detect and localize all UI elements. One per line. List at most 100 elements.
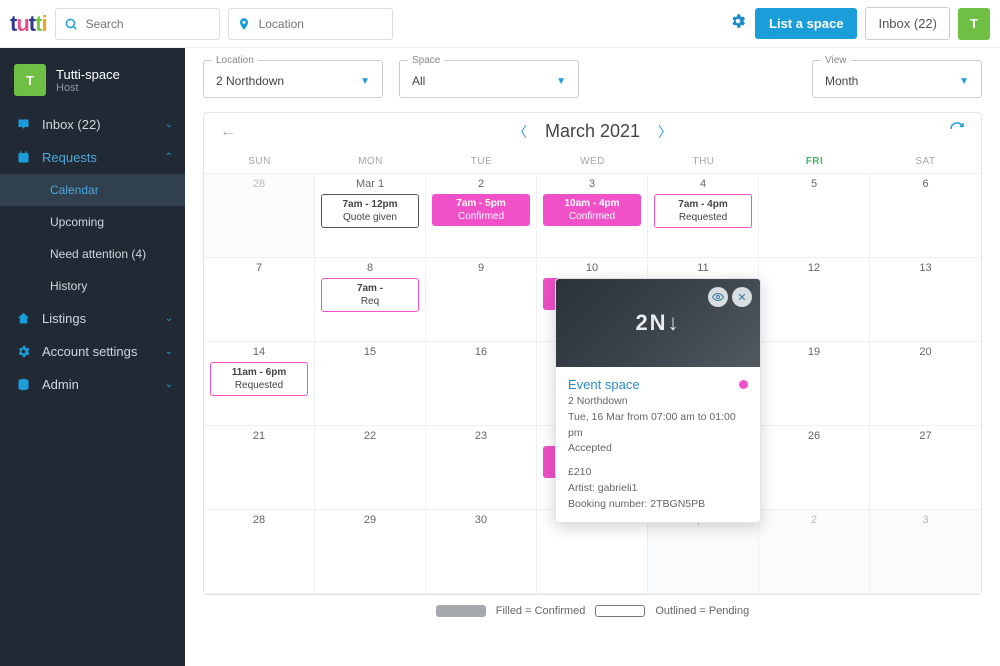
popover-artist: Artist: gabrieli1 bbox=[568, 481, 748, 497]
calendar-cell[interactable]: 5 bbox=[759, 174, 870, 258]
search-icon bbox=[64, 17, 78, 31]
dow-header: TUE bbox=[426, 150, 537, 174]
calendar-cell[interactable]: 6 bbox=[870, 174, 981, 258]
day-number: 3 bbox=[543, 178, 641, 190]
day-number: 14 bbox=[210, 346, 308, 358]
calendar-event[interactable]: 11am - 6pmRequested bbox=[210, 362, 308, 396]
calendar-cell[interactable]: 14 11am - 6pmRequested bbox=[204, 342, 315, 426]
calendar-cell[interactable]: 27 bbox=[870, 426, 981, 510]
calendar-cell[interactable]: 27am - 5pmConfirmed bbox=[426, 174, 537, 258]
calendar-cell[interactable]: 22 bbox=[315, 426, 426, 510]
calendar-cell[interactable]: Mar 17am - 12pmQuote given bbox=[315, 174, 426, 258]
sidebar-item-inbox[interactable]: Inbox (22)⌄ bbox=[0, 108, 185, 141]
calendar-cell[interactable]: 28 bbox=[204, 510, 315, 594]
day-number: 10 bbox=[543, 262, 641, 274]
search-box[interactable] bbox=[55, 8, 220, 40]
calendar-cell[interactable]: 4 7am - 4pmRequested bbox=[648, 174, 759, 258]
view-icon[interactable] bbox=[708, 287, 728, 307]
calendar-title: March 2021 bbox=[545, 121, 640, 142]
location-box[interactable] bbox=[228, 8, 393, 40]
sidebar-sub-calendar[interactable]: Calendar bbox=[0, 174, 185, 206]
sidebar-item-listings[interactable]: Listings⌄ bbox=[0, 302, 185, 335]
sidebar: T Tutti-space Host Inbox (22)⌄Requests⌃C… bbox=[0, 48, 185, 666]
calendar-cell[interactable]: 3 10am - 4pmConfirmed bbox=[537, 174, 648, 258]
calendar-cell[interactable]: 23 bbox=[426, 426, 537, 510]
sidebar-item-admin[interactable]: Admin⌄ bbox=[0, 368, 185, 401]
popover-title[interactable]: Event space bbox=[568, 377, 640, 392]
calendar-cell[interactable]: 7 bbox=[204, 258, 315, 342]
day-number: 27 bbox=[876, 430, 975, 442]
logo[interactable]: tutti bbox=[10, 11, 47, 37]
calendar-event[interactable]: 7am - 12pmQuote given bbox=[321, 194, 419, 228]
back-arrow-icon[interactable]: ← bbox=[220, 123, 236, 141]
calendar-cell[interactable]: 16 bbox=[426, 342, 537, 426]
filter-view[interactable]: View Month ▼ bbox=[812, 60, 982, 98]
filter-location[interactable]: Location 2 Northdown ▼ bbox=[203, 60, 383, 98]
sidebar-user[interactable]: T Tutti-space Host bbox=[0, 58, 185, 108]
day-number: 9 bbox=[432, 262, 530, 274]
calendar-cell[interactable]: 9 bbox=[426, 258, 537, 342]
day-number: 4 bbox=[654, 178, 752, 190]
calendar-cell[interactable]: 30 bbox=[426, 510, 537, 594]
calendar-event[interactable]: 7am - 4pmRequested bbox=[654, 194, 752, 228]
dow-header: FRI bbox=[759, 150, 870, 174]
calendar-cell[interactable]: 20 bbox=[870, 342, 981, 426]
refresh-icon[interactable] bbox=[949, 121, 965, 142]
day-number: 21 bbox=[210, 430, 308, 442]
inbox-icon bbox=[14, 117, 32, 132]
calendar-cell[interactable]: 19 bbox=[759, 342, 870, 426]
day-number: 13 bbox=[876, 262, 975, 274]
day-number: 2 bbox=[765, 514, 863, 526]
topbar: tutti List a space Inbox (22) T bbox=[0, 0, 1000, 48]
location-input[interactable] bbox=[257, 16, 384, 32]
calendar-cell[interactable]: 21 bbox=[204, 426, 315, 510]
calendar-event[interactable]: 10am - 4pmConfirmed bbox=[543, 194, 641, 226]
day-number: 12 bbox=[765, 262, 863, 274]
calendar-event[interactable]: 7am -Req bbox=[321, 278, 419, 312]
status-dot-icon bbox=[739, 380, 748, 389]
sidebar-item-requests[interactable]: Requests⌃ bbox=[0, 141, 185, 174]
day-number: 29 bbox=[321, 514, 419, 526]
popover-when: Tue, 16 Mar from 07:00 am to 01:00 pm bbox=[568, 410, 748, 442]
calendar-cell[interactable]: 87am -Req bbox=[315, 258, 426, 342]
chevron-down-icon: ▼ bbox=[556, 76, 566, 87]
calendar-cell[interactable]: 12 bbox=[759, 258, 870, 342]
sidebar-item-settings[interactable]: Account settings⌄ bbox=[0, 335, 185, 368]
gear-icon[interactable] bbox=[729, 12, 747, 35]
popover-booking: Booking number: 2TBGN5PB bbox=[568, 497, 748, 513]
sidebar-avatar: T bbox=[14, 64, 46, 96]
filter-space[interactable]: Space All ▼ bbox=[399, 60, 579, 98]
chevron-down-icon: ⌄ bbox=[165, 346, 173, 357]
sidebar-sub-need-attention-[interactable]: Need attention (4) bbox=[0, 238, 185, 270]
calendar-cell[interactable]: 2 bbox=[759, 510, 870, 594]
event-popover: 2N↓ ✕ Event space 2 Northdown Tue, 16 Ma… bbox=[555, 278, 761, 523]
sidebar-sub-history[interactable]: History bbox=[0, 270, 185, 302]
search-input[interactable] bbox=[84, 16, 211, 32]
close-icon[interactable]: ✕ bbox=[732, 287, 752, 307]
day-number: 19 bbox=[765, 346, 863, 358]
day-number: 11 bbox=[654, 262, 752, 274]
calendar-cell[interactable]: 15 bbox=[315, 342, 426, 426]
chevron-down-icon: ▼ bbox=[959, 76, 969, 87]
calendar-event[interactable]: 7am - 5pmConfirmed bbox=[432, 194, 530, 226]
day-number: 3 bbox=[876, 514, 975, 526]
main: Location 2 Northdown ▼ Space All ▼ View … bbox=[185, 48, 1000, 666]
next-month-icon[interactable]: 〉 bbox=[658, 122, 672, 142]
legend: Filled = Confirmed Outlined = Pending bbox=[203, 605, 982, 617]
chevron-down-icon: ⌄ bbox=[165, 379, 173, 390]
calendar-cell[interactable]: 26 bbox=[759, 426, 870, 510]
avatar[interactable]: T bbox=[958, 8, 990, 40]
list-space-button[interactable]: List a space bbox=[755, 8, 857, 39]
sidebar-role: Host bbox=[56, 82, 120, 94]
calendar-cell[interactable]: 13 bbox=[870, 258, 981, 342]
dow-header: THU bbox=[648, 150, 759, 174]
inbox-button[interactable]: Inbox (22) bbox=[865, 7, 950, 40]
calendar-cell[interactable]: 28 bbox=[204, 174, 315, 258]
calendar-cell[interactable]: 3 bbox=[870, 510, 981, 594]
day-number: 26 bbox=[765, 430, 863, 442]
sidebar-sub-upcoming[interactable]: Upcoming bbox=[0, 206, 185, 238]
calendar-cell[interactable]: 29 bbox=[315, 510, 426, 594]
popover-status: Accepted bbox=[568, 441, 748, 457]
chevron-down-icon: ⌄ bbox=[165, 119, 173, 130]
prev-month-icon[interactable]: 〈 bbox=[513, 122, 527, 142]
